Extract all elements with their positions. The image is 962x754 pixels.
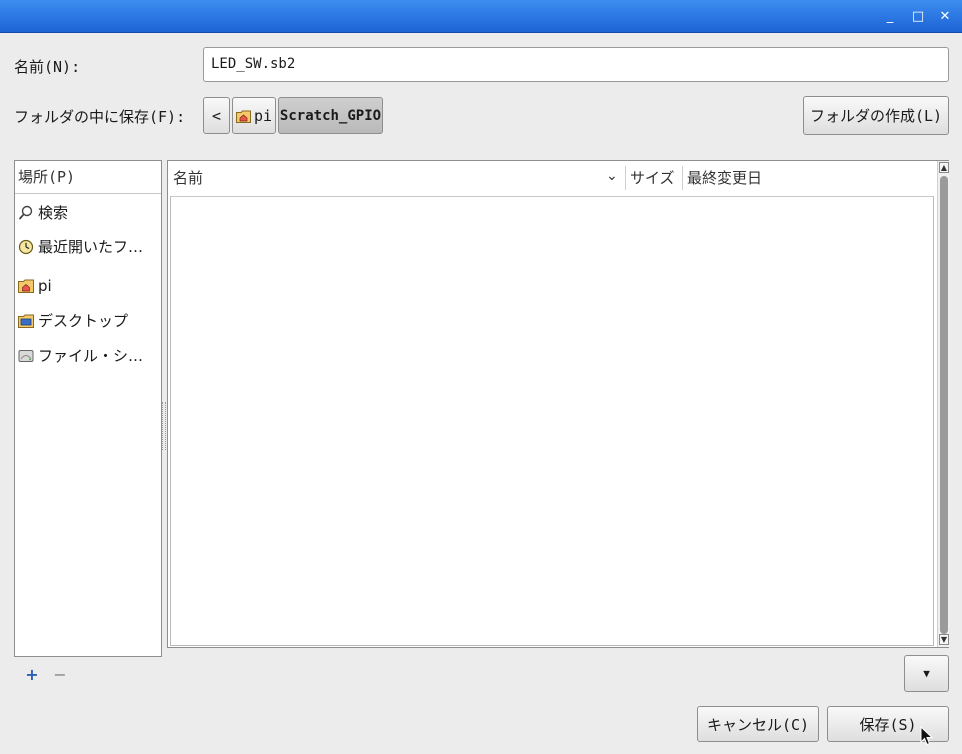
- places-item-label: デスクトップ: [38, 312, 129, 330]
- cancel-button-label: キャンセル(C): [706, 715, 810, 734]
- sort-chevron-down-icon: ⌄: [606, 168, 618, 184]
- column-header-size[interactable]: サイズ: [626, 162, 682, 194]
- places-item-label: 最近開いたフ…: [38, 238, 144, 256]
- name-label: 名前(N):: [14, 58, 81, 76]
- create-folder-button[interactable]: フォルダの作成(L): [803, 96, 949, 135]
- home-folder-icon: [235, 110, 251, 123]
- chevron-left-icon: <: [211, 106, 222, 125]
- places-item-search[interactable]: 検索: [18, 201, 158, 225]
- scroll-up-arrow-icon[interactable]: ▲: [939, 162, 949, 173]
- cancel-button[interactable]: キャンセル(C): [697, 706, 819, 742]
- scrollbar-thumb[interactable]: [940, 176, 948, 634]
- maximize-button[interactable]: □: [910, 9, 926, 25]
- minimize-button[interactable]: _: [882, 9, 898, 25]
- home-folder-icon: [18, 279, 34, 293]
- places-item-pi[interactable]: pi: [18, 274, 158, 298]
- remove-bookmark-minus-icon[interactable]: −: [53, 667, 67, 683]
- places-item-label: pi: [38, 277, 52, 295]
- places-item-label: ファイル・シ…: [38, 347, 144, 365]
- recent-clock-icon: [18, 239, 34, 255]
- vertical-scrollbar[interactable]: ▲ ▼: [937, 161, 949, 647]
- column-header-modified[interactable]: 最終変更日: [683, 162, 933, 194]
- filesystem-drive-icon: [18, 350, 34, 362]
- search-icon: [18, 205, 33, 220]
- places-header: 場所(P): [15, 161, 161, 194]
- places-item-filesystem[interactable]: ファイル・シ…: [18, 344, 158, 368]
- file-filter-dropdown[interactable]: ▼: [904, 655, 949, 692]
- places-item-desktop[interactable]: デスクトップ: [18, 309, 158, 333]
- places-item-label: 検索: [38, 204, 69, 222]
- add-bookmark-plus-icon[interactable]: +: [25, 667, 39, 683]
- column-header-name[interactable]: 名前: [169, 162, 625, 194]
- path-back-button[interactable]: <: [203, 97, 230, 134]
- path-button-scratch-gpio[interactable]: Scratch_GPIO: [278, 97, 383, 134]
- path-button-label: Scratch_GPIO: [279, 107, 382, 124]
- path-button-pi[interactable]: pi: [232, 97, 276, 134]
- places-item-recent[interactable]: 最近開いたフ…: [18, 235, 158, 259]
- file-list: 名前 ⌄ サイズ 最終変更日 ▲ ▼: [167, 160, 949, 648]
- places-panel: 場所(P) 検索 最近開いたフ… pi デスクトップ ファイル・シ…: [14, 160, 162, 657]
- save-in-folder-label: フォルダの中に保存(F):: [14, 108, 186, 126]
- pane-resize-handle[interactable]: [162, 402, 166, 450]
- file-list-body[interactable]: [170, 196, 934, 646]
- title-bar: [0, 0, 962, 33]
- desktop-folder-icon: [18, 314, 34, 328]
- dropdown-arrow-icon: ▼: [923, 667, 930, 680]
- path-button-label: pi: [253, 106, 273, 125]
- scroll-down-arrow-icon[interactable]: ▼: [939, 634, 949, 645]
- mouse-cursor-icon: [920, 726, 934, 746]
- close-button[interactable]: ✕: [937, 9, 953, 25]
- filename-input[interactable]: LED_SW.sb2: [203, 47, 949, 82]
- create-folder-label: フォルダの作成(L): [809, 107, 943, 125]
- save-button-label: 保存(S): [859, 715, 917, 734]
